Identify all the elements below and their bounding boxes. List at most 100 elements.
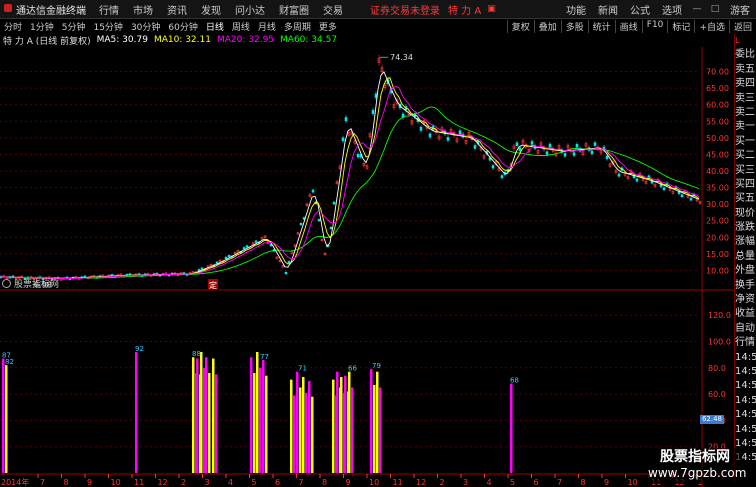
indicator-current-value: 62.48 bbox=[700, 415, 724, 424]
candle-body bbox=[500, 175, 504, 179]
tool-button[interactable]: 统计 bbox=[587, 19, 615, 33]
indicator-bar bbox=[302, 376, 305, 473]
side-row: 净资 bbox=[735, 294, 755, 306]
x-axis-month-label: 8 bbox=[64, 478, 69, 487]
x-axis-month-label: 8 bbox=[322, 478, 327, 487]
x-axis-month-label: 2 bbox=[440, 478, 445, 487]
side-row: 买二 bbox=[735, 150, 755, 162]
tool-button[interactable]: 多股 bbox=[560, 19, 588, 33]
candle-body bbox=[572, 152, 576, 156]
current-stock-name: 特 力 A bbox=[448, 5, 482, 17]
restore-icon[interactable]: □ bbox=[710, 4, 720, 14]
side-row: 卖一 bbox=[735, 121, 755, 133]
candle-body bbox=[515, 142, 519, 146]
period-tab[interactable]: 1分钟 bbox=[26, 20, 58, 33]
watermark-url: www.7gpzb.com bbox=[648, 466, 747, 480]
tool-button[interactable]: 返回 bbox=[728, 19, 756, 33]
menu-item-options[interactable]: 选项 bbox=[656, 2, 688, 17]
candle-body bbox=[272, 249, 276, 252]
indicator-settings-icon[interactable] bbox=[2, 279, 11, 288]
indicator-bar bbox=[308, 380, 311, 473]
x-axis-month-label: 8 bbox=[581, 478, 586, 487]
indicator-bar bbox=[379, 387, 382, 473]
menu-item[interactable]: 市场 bbox=[126, 2, 160, 17]
period-tab[interactable]: 5分钟 bbox=[58, 20, 90, 33]
menu-item[interactable]: 行情 bbox=[92, 2, 126, 17]
price-tick-label: 20.00 bbox=[706, 233, 729, 242]
side-row: 委比 bbox=[735, 49, 755, 61]
menu-item[interactable]: 发现 bbox=[194, 2, 228, 17]
x-axis-month-label: 9 bbox=[87, 478, 92, 487]
side-row: 换手 bbox=[735, 279, 755, 291]
period-tab[interactable]: 月线 bbox=[254, 20, 280, 33]
side-row: 卖四 bbox=[735, 78, 755, 90]
price-tick-label: 15.00 bbox=[706, 250, 729, 259]
kline-chart-area[interactable]: 70.00 65.00 60.00 55.00 50.00 45.00 40.00 35.00… bbox=[0, 47, 734, 487]
period-tab-more[interactable]: 更多 bbox=[315, 20, 341, 33]
watermark-title: 股票指标网 bbox=[660, 449, 730, 465]
user-label[interactable]: 游客 bbox=[724, 2, 756, 17]
candle-body bbox=[224, 256, 228, 259]
side-row[interactable]: 自动 bbox=[735, 322, 756, 336]
indicator-tick-label: 120.0 bbox=[708, 311, 731, 320]
indicator-bar bbox=[373, 384, 376, 473]
indicator-bar bbox=[510, 383, 513, 473]
side-row: 14:5 bbox=[735, 423, 756, 435]
candle-body bbox=[605, 155, 609, 160]
x-axis-month-label: 9 bbox=[346, 478, 351, 487]
tool-button[interactable]: 标记 bbox=[667, 19, 694, 33]
login-warning[interactable]: 证券交易未登录 bbox=[370, 2, 440, 17]
period-tab[interactable]: 分时 bbox=[0, 20, 26, 33]
indicator-tick-label: 100.0 bbox=[708, 337, 731, 346]
period-tab-active[interactable]: 日线 bbox=[202, 20, 228, 33]
indicator-bar bbox=[290, 379, 293, 473]
tool-button[interactable]: F10 bbox=[641, 19, 668, 33]
minimize-icon[interactable]: — bbox=[692, 4, 702, 14]
menu-item[interactable]: 交易 bbox=[316, 2, 350, 17]
menu-item[interactable]: 财富圈 bbox=[272, 2, 316, 17]
indicator-bar bbox=[256, 351, 259, 473]
price-tick-label: 30.00 bbox=[706, 200, 729, 209]
x-axis-month-label: 3 bbox=[463, 478, 468, 487]
side-row: 涨幅 bbox=[735, 236, 755, 248]
candle-body bbox=[311, 189, 315, 193]
tool-button[interactable]: 叠加 bbox=[533, 19, 561, 33]
indicator-bar bbox=[196, 358, 199, 473]
indicator-header: 股票指标网 bbox=[2, 277, 59, 290]
tool-button[interactable]: +自选 bbox=[694, 19, 729, 33]
menu-item[interactable]: 资讯 bbox=[160, 2, 194, 17]
menu-item-news[interactable]: 新闻 bbox=[592, 2, 624, 17]
price-tick-label: 70.00 bbox=[706, 68, 729, 77]
period-tab[interactable]: 60分钟 bbox=[164, 20, 201, 33]
indicator-bar bbox=[135, 351, 138, 473]
indicator-bar bbox=[305, 392, 308, 473]
tool-button[interactable]: 复权 bbox=[506, 19, 534, 33]
side-row: 现价 bbox=[735, 207, 755, 219]
price-tick-label: 40.00 bbox=[706, 167, 729, 176]
indicator-bar bbox=[2, 358, 5, 473]
indicator-bar bbox=[200, 351, 203, 473]
indicator-bar-value: 88 bbox=[192, 350, 201, 358]
candle-body bbox=[446, 137, 450, 141]
period-tab[interactable]: 周线 bbox=[228, 20, 254, 33]
candle-body bbox=[401, 113, 405, 118]
candle-body bbox=[254, 240, 258, 243]
menu-item[interactable]: 问小达 bbox=[228, 2, 272, 17]
period-tab[interactable]: 15分钟 bbox=[89, 20, 126, 33]
candle-body bbox=[371, 109, 375, 114]
flag-icon: ▣ bbox=[487, 4, 496, 14]
indicator-tick-label: 60.0 bbox=[708, 390, 726, 399]
candle-body bbox=[245, 245, 249, 248]
price-tick-label: 55.00 bbox=[706, 117, 729, 126]
period-tab[interactable]: 30分钟 bbox=[127, 20, 164, 33]
period-tab[interactable]: 多周期 bbox=[280, 20, 315, 33]
menu-item-formula[interactable]: 公式 bbox=[624, 2, 656, 17]
indicator-bar bbox=[376, 371, 379, 473]
x-axis-month-label: 3 bbox=[205, 478, 210, 487]
ma20-line bbox=[0, 85, 700, 280]
menu-item-function[interactable]: 功能 bbox=[560, 2, 592, 17]
indicator-bar bbox=[262, 359, 265, 473]
tool-button[interactable]: 画线 bbox=[614, 19, 642, 33]
indicator-bar bbox=[250, 357, 253, 473]
indicator-bar bbox=[336, 371, 339, 473]
